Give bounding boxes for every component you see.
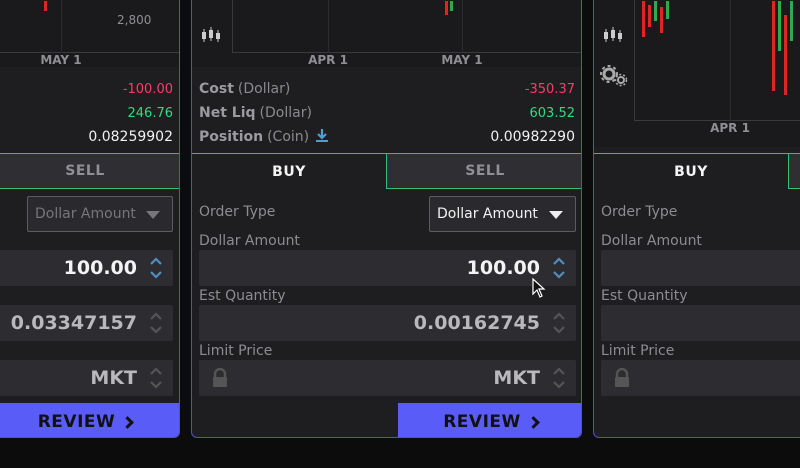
review-label: REVIEW	[443, 412, 521, 432]
x-tick-apr-1: APR 1	[308, 53, 348, 67]
review-button-left[interactable]: REVIEW	[0, 403, 179, 437]
buy-sell-tabs-left: SELL	[0, 153, 179, 189]
net-liq-label: Net Liq	[199, 105, 256, 121]
candle	[648, 5, 651, 27]
candlestick-chart-icon[interactable]	[602, 27, 624, 47]
lock-icon	[613, 367, 631, 392]
candle	[784, 15, 787, 95]
dollar-amount-label: Dollar Amount	[199, 233, 300, 249]
net-liq-row: 246.76	[0, 101, 179, 125]
order-type-select-value: Dollar Amount	[35, 206, 136, 222]
dollar-amount-input-left[interactable]: 100.00	[0, 250, 173, 286]
review-label: REVIEW	[37, 412, 116, 432]
order-type-label: Order Type	[199, 204, 276, 220]
position-row: Position (Coin) 0.00982290	[199, 125, 581, 149]
order-type-select-value: Dollar Amount	[437, 206, 538, 222]
order-type-select[interactable]: Dollar Amount	[429, 196, 576, 232]
review-button[interactable]: REVIEW	[398, 403, 581, 437]
order-panel-right: APR 1 BUY Order Type Dollar Amount Est Q…	[593, 0, 800, 438]
download-icon[interactable]	[315, 128, 329, 146]
est-quantity-input-right	[601, 305, 800, 341]
candle	[772, 1, 775, 91]
est-quantity-label: Est Quantity	[199, 288, 286, 304]
net-liq-value: 246.76	[127, 105, 174, 121]
stepper-icon	[552, 310, 566, 336]
position-unit: (Coin)	[267, 129, 310, 145]
position-row: 0.08259902	[0, 125, 179, 149]
order-panel-main: APR 1 MAY 1 Cost (Dollar) -350.37 Net Li…	[191, 0, 582, 438]
net-liq-row: Net Liq (Dollar) 603.52	[199, 101, 581, 125]
candle	[778, 1, 781, 51]
stepper-icon[interactable]	[552, 255, 566, 281]
est-quantity-value: 0.00162745	[413, 312, 540, 334]
candle	[445, 1, 448, 15]
candle	[790, 1, 793, 41]
tab-sell[interactable]: SELL	[387, 153, 581, 189]
cost-row: Cost (Dollar) -350.37	[199, 77, 581, 101]
tab-buy-right[interactable]: BUY	[594, 153, 789, 189]
chevron-down-icon	[549, 211, 563, 219]
candle	[654, 1, 657, 21]
x-tick-may-1: MAY 1	[40, 53, 82, 67]
candle	[660, 7, 663, 33]
cost-unit: (Dollar)	[237, 81, 291, 97]
limit-price-value: MKT	[493, 367, 540, 389]
dollar-amount-label: Dollar Amount	[601, 233, 702, 249]
y-axis-label: 2,800	[117, 13, 152, 27]
cost-label: Cost	[199, 81, 234, 97]
stepper-icon[interactable]	[149, 255, 163, 281]
limit-price-label: Limit Price	[199, 343, 273, 359]
position-value: 0.08259902	[88, 129, 173, 145]
dollar-amount-input-right[interactable]	[601, 250, 800, 286]
limit-price-label: Limit Price	[601, 343, 675, 359]
x-tick-may-1: MAY 1	[441, 53, 483, 67]
dollar-amount-input[interactable]: 100.00	[199, 250, 576, 286]
net-liq-value: 603.52	[529, 105, 576, 121]
x-tick-apr-1: APR 1	[710, 121, 750, 135]
chevron-right-icon	[121, 415, 135, 429]
candle	[666, 1, 669, 19]
buy-sell-tabs-right: BUY	[594, 153, 800, 189]
limit-price-input-right	[601, 360, 800, 396]
est-quantity-input-left: 0.03347157	[0, 305, 173, 341]
cost-value: -350.37	[524, 81, 575, 97]
cost-row: -100.00	[0, 77, 179, 101]
stepper-icon	[552, 365, 566, 391]
position-value: 0.00982290	[490, 129, 575, 145]
gear-icon[interactable]	[600, 65, 628, 91]
cost-value: -100.00	[122, 81, 173, 97]
lock-icon	[211, 367, 229, 392]
candle	[44, 1, 47, 11]
tab-sell-left[interactable]: SELL	[0, 153, 179, 189]
candle	[642, 1, 645, 37]
tab-buy[interactable]: BUY	[192, 153, 387, 189]
est-quantity-input: 0.00162745	[199, 305, 576, 341]
est-quantity-label: Est Quantity	[601, 288, 688, 304]
limit-price-value: MKT	[90, 367, 137, 389]
tab-sell-right[interactable]	[789, 153, 800, 189]
limit-price-input: MKT	[199, 360, 576, 396]
mouse-cursor-icon	[532, 277, 546, 302]
dollar-amount-value: 100.00	[466, 257, 540, 279]
price-chart-left[interactable]: 2,800 MAY 1	[0, 0, 179, 67]
candlestick-chart-icon[interactable]	[200, 27, 222, 47]
order-panel-left: 2,800 MAY 1 -100.00 246.76 0.08259902 SE…	[0, 0, 180, 438]
net-liq-unit: (Dollar)	[259, 105, 312, 121]
dollar-amount-value: 100.00	[63, 257, 137, 279]
position-label: Position	[199, 129, 264, 145]
chevron-right-icon	[526, 415, 540, 429]
price-chart-right[interactable]: APR 1	[594, 0, 800, 147]
order-type-select-left[interactable]: Dollar Amount	[27, 196, 173, 232]
limit-price-input-left: MKT	[0, 360, 173, 396]
stepper-icon	[149, 365, 163, 391]
est-quantity-value: 0.03347157	[10, 312, 137, 334]
stepper-icon	[149, 310, 163, 336]
price-chart-main[interactable]: APR 1 MAY 1	[192, 0, 581, 67]
candle	[450, 1, 453, 11]
buy-sell-tabs-main: BUY SELL	[192, 153, 581, 189]
order-type-label: Order Type	[601, 204, 678, 220]
chevron-down-icon	[146, 211, 160, 219]
